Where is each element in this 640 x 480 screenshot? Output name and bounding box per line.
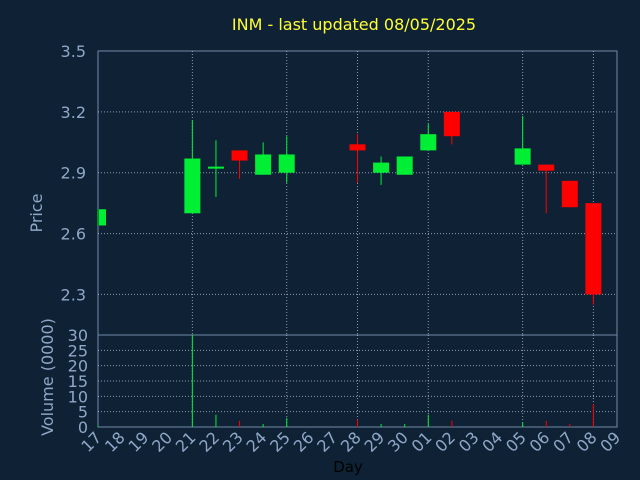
candle-body — [231, 150, 248, 161]
price-axis-label: Price — [27, 193, 46, 232]
candle-body — [207, 166, 224, 169]
candle-body — [278, 154, 295, 173]
candle-body — [184, 158, 201, 214]
candle-body — [561, 180, 578, 208]
volume-tick-label: 30 — [68, 326, 88, 345]
candle-body — [99, 209, 106, 226]
stock-chart: INM - last updated 08/05/2025 2.3 2.6 2.9 3.… — [0, 0, 640, 480]
chart-title: INM - last updated 08/05/2025 — [232, 15, 476, 34]
chart-canvas: INM - last updated 08/05/2025 2.3 2.6 2.9 3.… — [0, 0, 640, 480]
candle-body — [420, 134, 437, 151]
price-tick-label: 2.3 — [61, 285, 86, 304]
price-tick-label: 2.6 — [61, 225, 86, 244]
candle-body — [349, 144, 366, 151]
price-tick-label: 3.2 — [61, 103, 86, 122]
price-tick-label: 2.9 — [61, 164, 86, 183]
x-axis-label: Day — [333, 458, 363, 476]
price-tick-label: 3.5 — [61, 42, 86, 61]
volume-axis-label: Volume (0000) — [38, 318, 57, 436]
candle-body — [373, 162, 390, 173]
candle-body — [396, 156, 413, 175]
candle-body — [255, 154, 272, 175]
candle-body — [514, 148, 531, 165]
candle-body — [443, 111, 460, 137]
candle-body — [538, 164, 555, 171]
candle-body — [585, 203, 602, 295]
